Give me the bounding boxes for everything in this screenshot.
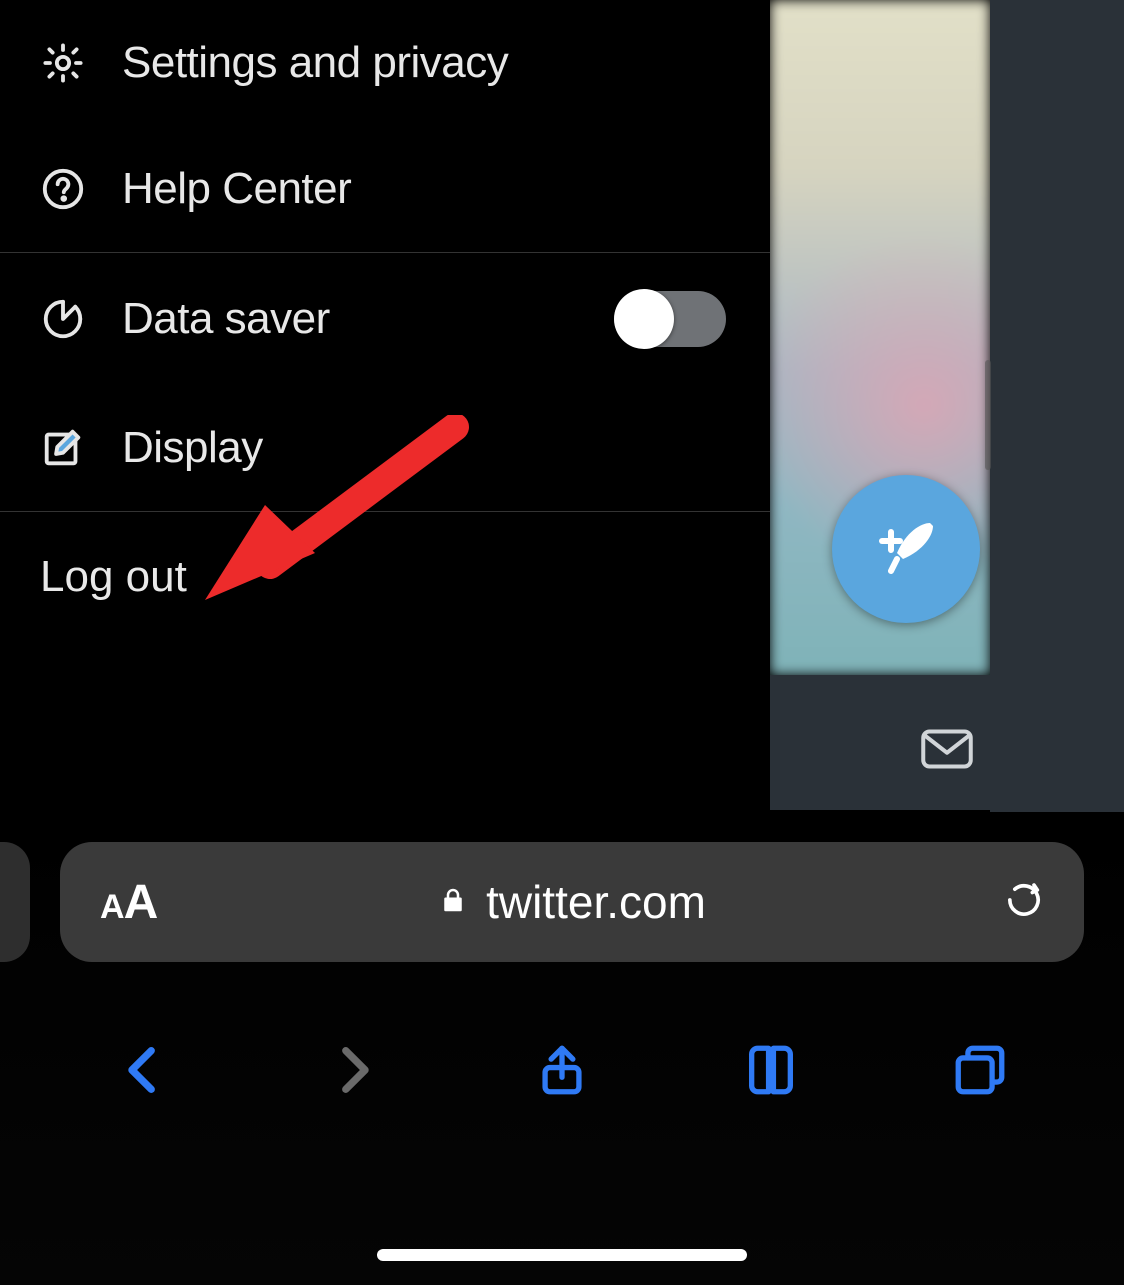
menu-item-label: Log out (40, 552, 187, 601)
address-bar-row: AA twitter.com (0, 812, 1124, 992)
address-bar[interactable]: AA twitter.com (60, 842, 1084, 962)
address-bar-center: twitter.com (438, 875, 706, 929)
back-button[interactable] (115, 1041, 173, 1104)
safari-chrome: AA twitter.com (0, 812, 1124, 1285)
menu-item-help[interactable]: Help Center (0, 126, 770, 252)
menu-item-label: Settings and privacy (122, 38, 508, 88)
menu-item-settings[interactable]: Settings and privacy (0, 0, 770, 126)
menu-item-label: Data saver (122, 294, 330, 344)
compose-tweet-button[interactable] (832, 475, 980, 623)
app-bottom-nav (770, 675, 1124, 810)
address-bar-domain: twitter.com (486, 875, 706, 929)
menu-item-label: Display (122, 423, 263, 473)
share-button[interactable] (533, 1041, 591, 1104)
reload-button[interactable] (1004, 880, 1044, 925)
aa-big: A (124, 876, 158, 929)
safari-toolbar (0, 1012, 1124, 1132)
toggle-knob (614, 289, 674, 349)
menu-item-display[interactable]: Display (0, 385, 770, 511)
menu-item-data-saver[interactable]: Data saver (0, 253, 770, 385)
scrollbar-indicator[interactable] (985, 360, 991, 470)
edit-square-icon (40, 425, 86, 471)
mail-icon[interactable] (917, 719, 977, 767)
help-circle-icon (40, 166, 86, 212)
home-indicator[interactable] (377, 1249, 747, 1261)
text-size-button[interactable]: AA (100, 875, 157, 930)
gear-icon (40, 40, 86, 86)
menu-item-logout[interactable]: Log out (0, 512, 770, 642)
screen: Settings and privacy Help Center Data sa… (0, 0, 1124, 1285)
menu-item-label: Help Center (122, 164, 351, 214)
aa-small: A (100, 888, 124, 926)
data-saver-toggle[interactable] (614, 291, 726, 347)
pie-chart-icon (40, 296, 86, 342)
bookmarks-button[interactable] (742, 1041, 800, 1104)
compose-feather-icon (870, 511, 942, 588)
side-drawer: Settings and privacy Help Center Data sa… (0, 0, 770, 812)
tab-peek-left[interactable] (0, 842, 30, 962)
forward-button (324, 1041, 382, 1104)
lock-icon (438, 875, 468, 929)
tabs-button[interactable] (951, 1041, 1009, 1104)
